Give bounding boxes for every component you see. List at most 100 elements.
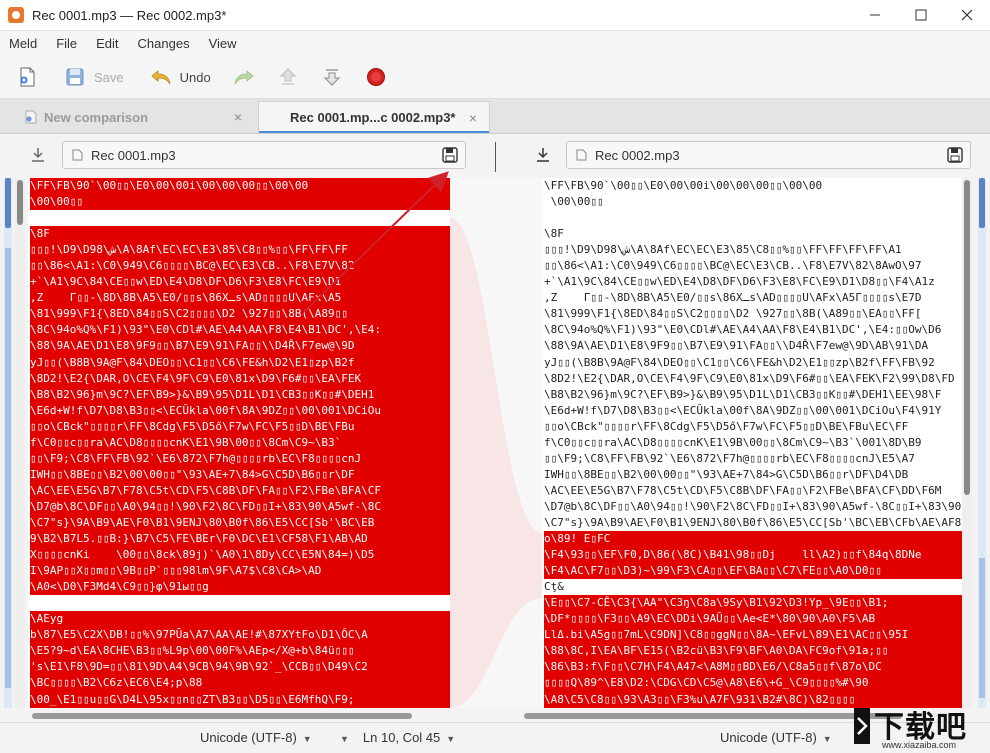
text-line[interactable]: yJ▯▯(\B8B\9A@F\84\DEO▯▯\C1▯▯\C6\FE&h\D2\…	[30, 355, 450, 371]
text-line[interactable]: \FF\FB\90`\00▯▯\E0\00\00i\00\00\00▯▯\00\…	[544, 178, 962, 194]
tab-close-button[interactable]: ×	[234, 109, 242, 125]
left-chunk-map[interactable]	[4, 178, 12, 708]
text-line[interactable]: ▯▯▯!\D9\D98\ش\A\8Af\EC\EC\E3\85\C8▯▯%▯▯\…	[544, 242, 962, 258]
text-line[interactable]: ▯▯o\CBck"▯▯▯▯r\FF\8Cdg\F5\D5ő\F7w\FC\F5▯…	[30, 419, 450, 435]
text-line[interactable]: \C7"s}\9A\B9\AE\F0\B1\9ENJ\80\B0f\86\E5\…	[544, 515, 962, 531]
text-line[interactable]: \86\B3:f\F▯▯\C7H\F4\A47<\A8M▯▯BD\E6/\C8a…	[544, 659, 962, 675]
text-line[interactable]: ▯▯\F9;\C8\FF\FB\92`\E6\872\F7h@▯▯▯▯rb\EC…	[544, 451, 962, 467]
text-line[interactable]: \88\9A\AE\D1\E8\9F9▯▯\B7\E9\91\FA▯▯\\D4Ř…	[544, 338, 962, 354]
right-text-pane[interactable]: \FF\FB\90`\00▯▯\E0\00\00i\00\00\00▯▯\00\…	[542, 178, 962, 708]
tab-new-comparison[interactable]: New comparison ×	[24, 101, 254, 133]
text-line[interactable]: \81\999\F1{\8ED\84▯▯S\C2▯▯▯▯\D2 \927▯▯\8…	[544, 306, 962, 322]
text-line[interactable]: IWH▯▯\8BE▯▯\B2\00\00▯▯"\93\AE+7\84>G\C5D…	[544, 467, 962, 483]
text-line[interactable]: \E6d+W!f\D7\D8\B3▯▯<\ECŬkla\00f\8A\9DZ▯▯…	[30, 403, 450, 419]
save-button[interactable]: Save	[58, 61, 130, 93]
text-line[interactable]: ▯▯\F9;\C8\FF\FB\92`\E6\872\F7h@▯▯▯▯rb\EC…	[30, 451, 450, 467]
new-comparison-button[interactable]	[10, 61, 44, 93]
status-bar: Unicode (UTF-8)▼ ▼Ln 10, Col 45▼ Unicode…	[0, 722, 990, 753]
open-file-icon[interactable]	[535, 146, 551, 164]
text-line[interactable]: ▯▯\86<\A1:\C0\949\C6▯▯▯▯\BC@\EC\E3\CB..\…	[544, 258, 962, 274]
menu-meld[interactable]: Meld	[0, 36, 47, 51]
text-line[interactable]: LlΔ.bi\A5g▯▯7mL\C9DN]\C8▯▯ggN▯▯\8A~\EFvL…	[544, 627, 962, 643]
tab-close-button[interactable]: ×	[469, 110, 477, 126]
redo-button[interactable]	[227, 61, 261, 93]
text-line[interactable]: \00_\E1▯▯u▯▯G\D4L\95x▯▯n▯▯ZT\B3▯▯\D5▯▯\E…	[30, 692, 450, 708]
stop-button[interactable]	[359, 61, 393, 93]
text-line[interactable]: \E▯▯\C7-CĒ\C3{\AA"\C3ŋ\C8a\9Sy\B1\92\D3!…	[544, 595, 962, 611]
text-line[interactable]: \AEyg	[30, 611, 450, 627]
text-line[interactable]: \8D2!\E2{\DAR,O\CE\F4\9F\C9\E0\81x\D9\F6…	[30, 371, 450, 387]
text-line[interactable]: 9\B2\B7L5.▯▯B:}\B7\C5\FE\BEr\F0\DC\E1\CF…	[30, 531, 450, 547]
left-vertical-scrollbar[interactable]	[15, 178, 25, 708]
file-icon	[575, 149, 589, 161]
text-line[interactable]: \00\00▯▯	[544, 194, 962, 210]
undo-arrow-icon	[150, 66, 172, 88]
open-file-icon[interactable]	[30, 146, 46, 164]
right-encoding-select[interactable]: Unicode (UTF-8)▼	[720, 730, 832, 745]
text-line[interactable]: ▯▯o\CBck"▯▯▯▯r\FF\8Cdg\F5\D5ő\F7w\FC\F5▯…	[544, 419, 962, 435]
text-line[interactable]: \88\9A\AE\D1\E8\9F9▯▯\B7\E9\91\FA▯▯\\D4Ř…	[30, 338, 450, 354]
text-line[interactable]: \DF*▯▯▯▯\F3▯▯\A9\EC\DDi\9AŨ▯▯\Ae<E*\80\9…	[544, 611, 962, 627]
text-line[interactable]: \AC\EE\E5G\B7\F78\C5t\CD\F5\C8B\DF\FA▯▯\…	[544, 483, 962, 499]
text-line[interactable]: ▯▯▯▯Q\89^\E8\D2:\CDG\CD\C5@\A8\E6\+G_\C9…	[544, 675, 962, 691]
scroll-thumb[interactable]	[17, 180, 23, 225]
text-line[interactable]: \F4\AC\F7▯▯\D3)~\99\F3\CA▯▯\EF\BA▯▯\C7\F…	[544, 563, 962, 579]
text-line[interactable]: +`\A1\9C\84\CE▯▯w\ED\E4\D8\DF\D6\F3\E8\F…	[544, 274, 962, 290]
scroll-thumb[interactable]	[32, 713, 412, 719]
text-line[interactable]	[30, 595, 450, 611]
close-icon	[961, 9, 973, 21]
text-line[interactable]: \BC▯▯▯▯\B2\C6z\EC6\E4;p\88	[30, 675, 450, 691]
menu-edit[interactable]: Edit	[87, 36, 128, 51]
text-line[interactable]: 's\E1\F8\9D=▯▯\81\9D\A4\9CB\94\9B\92`_\C…	[30, 659, 450, 675]
text-line[interactable]: I\9AP▯▯X▯▯m▯▯\9B▯▯P`▯▯▯98lm\9F\A7$\C8\CA…	[30, 563, 450, 579]
text-line[interactable]	[544, 210, 962, 226]
text-line[interactable]: \B8\B2\96}m\9C?\EF\B9>}&\B9\95\D1L\D1\CB…	[30, 387, 450, 403]
undo-button[interactable]: Undo	[144, 61, 217, 93]
text-line[interactable]: Cţ&	[544, 579, 962, 595]
text-line[interactable]: \B8\B2\96}m\9C?\EF\B9>}&\B9\95\D1L\D1\CB…	[544, 387, 962, 403]
left-horizontal-scrollbar[interactable]	[28, 710, 448, 722]
text-line[interactable]: f\C0▯▯c▯▯ra\AC\D8▯▯▯▯cnK\E1\9B\00▯▯\8Cm\…	[30, 435, 450, 451]
cursor-position: Ln 10, Col 45	[363, 730, 440, 745]
text-line[interactable]: f\C0▯▯c▯▯ra\AC\D8▯▯▯▯cnK\E1\9B\00▯▯\8Cm\…	[544, 435, 962, 451]
scroll-thumb[interactable]	[964, 180, 970, 495]
right-vertical-scrollbar[interactable]	[962, 178, 972, 708]
text-line[interactable]: \D7@b\8C\DF▯▯\A0\94▯▯!\90\F2\8C\FD▯▯I+\8…	[544, 499, 962, 515]
text-line[interactable]: \8C\94o%Q%\F1)\93"\E0\CDl#\AE\A4\AA\F8\E…	[544, 322, 962, 338]
minimize-button[interactable]	[852, 0, 898, 30]
text-line[interactable]: \8C\94o%Q%\F1)\93"\E0\CDl#\AE\A4\AA\F8\E…	[30, 322, 450, 338]
text-line[interactable]: \E6d+W!f\D7\D8\B3▯▯<\ECŬkla\00f\8A\9DZ▯▯…	[544, 403, 962, 419]
text-line[interactable]: \E5?9~d\EA\8CHE\B3▯▯%L9p\00\00F%\AEp</X@…	[30, 643, 450, 659]
menu-view[interactable]: View	[200, 36, 247, 51]
maximize-button[interactable]	[898, 0, 944, 30]
text-line[interactable]: IWH▯▯\8BE▯▯\B2\00\00▯▯"\93\AE+7\84>G\C5D…	[30, 467, 450, 483]
text-line[interactable]: \C7"s}\9A\B9\AE\F0\B1\9ENJ\80\B0f\86\E5\…	[30, 515, 450, 531]
right-chunk-map[interactable]	[978, 178, 986, 708]
text-line[interactable]: b\87\E5\C2X\DB!▯▯%\97PŪa\A7\AA\AE!#\87XY…	[30, 627, 450, 643]
text-line[interactable]: \AC\EE\E5G\B7\F78\C5t\CD\F5\C8B\DF\FA▯▯\…	[30, 483, 450, 499]
close-window-button[interactable]	[944, 0, 990, 30]
arrow-up-icon	[277, 66, 299, 88]
cursor-position-select[interactable]: ▼Ln 10, Col 45▼	[340, 730, 455, 745]
text-line[interactable]: \F4\93▯▯\EF\F0,D\86(\8C)\B41\98▯▯Dj ll\A…	[544, 547, 962, 563]
save-file-icon[interactable]	[947, 147, 963, 163]
scroll-thumb[interactable]	[524, 713, 902, 719]
text-line[interactable]: \D7@b\8C\DF▯▯\A0\94▯▯!\90\F2\8C\FD▯▯I+\8…	[30, 499, 450, 515]
text-line[interactable]: ,Z Γ▯▯-\8D\8B\A5\E0/▯▯s\86Xـs\AD▯▯▯▯U\AF…	[544, 290, 962, 306]
text-line[interactable]: yJ▯▯(\B8B\9A@F\84\DEO▯▯\C1▯▯\C6\FE&h\D2\…	[544, 355, 962, 371]
text-line[interactable]: \8F	[544, 226, 962, 242]
text-line[interactable]: X▯▯▯▯cnKi \00▯▯\8ck\89j)`\A0\1\8Dy\CC\E5…	[30, 547, 450, 563]
left-encoding-select[interactable]: Unicode (UTF-8)▼	[200, 730, 312, 745]
next-change-button[interactable]	[315, 61, 349, 93]
menu-changes[interactable]: Changes	[129, 36, 200, 51]
text-line[interactable]: \8D2!\E2{\DAR,O\CE\F4\9F\C9\E0\81x\D9\F6…	[544, 371, 962, 387]
dropdown-arrow-icon: ▼	[823, 734, 832, 744]
tab-bar: New comparison × Rec 0001.mp...c 0002.mp…	[0, 99, 990, 134]
text-line[interactable]: \A0<\D0\F3Md4\C9▯▯}φ\91ы▯▯g	[30, 579, 450, 595]
tab-rec-comparison[interactable]: Rec 0001.mp...c 0002.mp3* ×	[258, 101, 490, 133]
menu-file[interactable]: File	[47, 36, 87, 51]
text-line[interactable]: o\89! E▯FC	[544, 531, 962, 547]
previous-change-button[interactable]	[271, 61, 305, 93]
text-line[interactable]: \88\8C,I\EA\BF\E15(\B2cü\B3\F9\BF\A0\DA\…	[544, 643, 962, 659]
right-file-chooser[interactable]: Rec 0002.mp3	[566, 141, 971, 169]
